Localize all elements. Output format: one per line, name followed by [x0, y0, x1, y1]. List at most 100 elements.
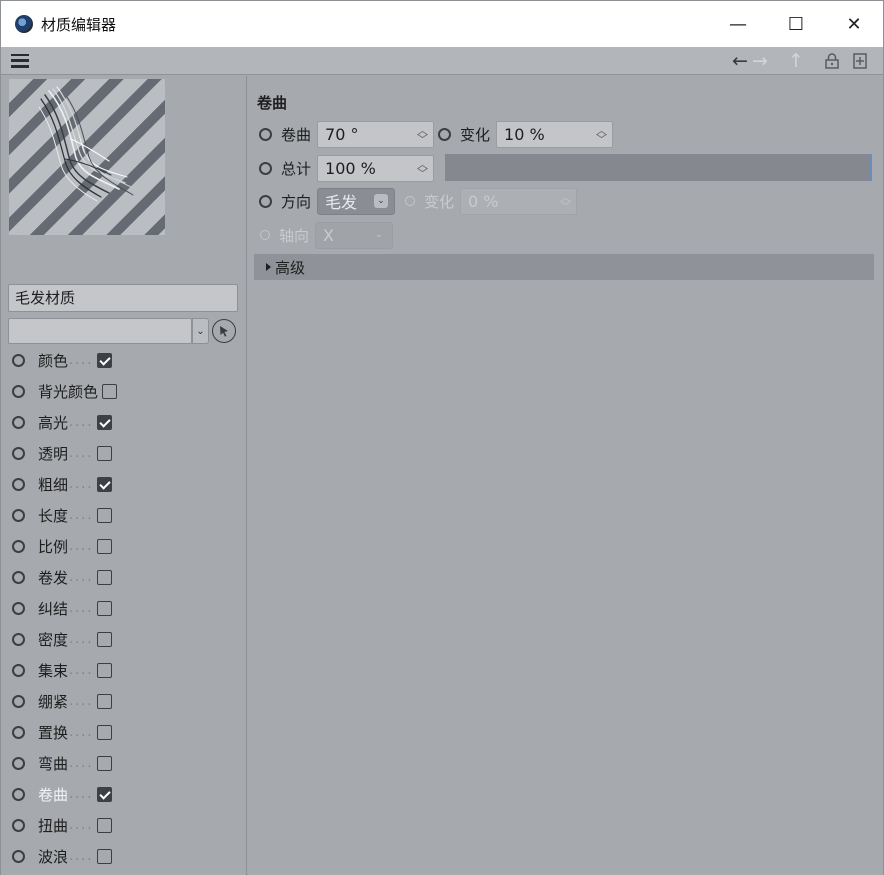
- channel-item[interactable]: 波浪....: [1, 841, 241, 872]
- channel-checkbox[interactable]: [96, 632, 112, 647]
- spinner-icon[interactable]: ︿ ﹀: [596, 125, 607, 145]
- channel-checkbox[interactable]: [96, 570, 112, 585]
- variation-label: 变化: [460, 125, 491, 144]
- animate-radio[interactable]: [12, 850, 25, 863]
- channel-checkbox[interactable]: [96, 725, 112, 740]
- animate-radio[interactable]: [12, 602, 25, 615]
- animate-radio[interactable]: [12, 571, 25, 584]
- arrow-right-icon[interactable]: →: [747, 50, 773, 72]
- channel-checkbox[interactable]: [102, 384, 118, 399]
- animate-radio[interactable]: [12, 385, 25, 398]
- minimize-button[interactable]: —: [709, 1, 767, 47]
- direction-dropdown[interactable]: 毛发 ⌄: [317, 187, 396, 215]
- variation-value: 10 %: [504, 124, 545, 144]
- advanced-group[interactable]: 高级: [254, 254, 874, 280]
- channel-item[interactable]: 背光颜色: [1, 376, 241, 407]
- leader-dots: ....: [69, 477, 94, 492]
- animate-radio[interactable]: [438, 127, 452, 141]
- total-slider[interactable]: [445, 154, 872, 181]
- channel-checkbox[interactable]: [96, 353, 112, 368]
- channel-item[interactable]: 弯曲....: [1, 748, 241, 779]
- channel-item[interactable]: 透明....: [1, 438, 241, 469]
- direction-variation-input: 0 % ︿ ﹀: [460, 187, 578, 215]
- animate-radio[interactable]: [12, 788, 25, 801]
- animate-radio[interactable]: [12, 354, 25, 367]
- channel-checkbox[interactable]: [96, 818, 112, 833]
- lock-icon[interactable]: [819, 50, 845, 72]
- window-title: 材质编辑器: [41, 15, 117, 34]
- channel-label: 背光颜色: [38, 383, 99, 401]
- leader-dots: ....: [69, 632, 94, 647]
- channel-label: 绷紧: [38, 693, 69, 711]
- channel-checkbox[interactable]: [96, 446, 112, 461]
- material-name-field[interactable]: 毛发材质: [8, 284, 238, 312]
- animate-radio[interactable]: [12, 664, 25, 677]
- channel-item[interactable]: 绷紧....: [1, 686, 241, 717]
- channel-item[interactable]: 长度....: [1, 500, 241, 531]
- menu-icon[interactable]: [11, 53, 29, 68]
- channel-checkbox[interactable]: [96, 663, 112, 678]
- animate-radio[interactable]: [259, 194, 272, 208]
- channel-checkbox[interactable]: [96, 477, 112, 492]
- animate-radio[interactable]: [12, 540, 25, 553]
- channel-label: 集束: [38, 662, 69, 680]
- channel-checkbox[interactable]: [96, 539, 112, 554]
- channel-item[interactable]: 粗细....: [1, 469, 241, 500]
- new-window-icon[interactable]: [847, 50, 873, 72]
- total-input[interactable]: 100 % ︿ ﹀: [317, 154, 435, 182]
- channel-label: 密度: [38, 631, 69, 649]
- channel-item[interactable]: 颜色....: [1, 345, 241, 376]
- channel-checkbox[interactable]: [96, 849, 112, 864]
- variation-input[interactable]: 10 % ︿ ﹀: [496, 120, 614, 148]
- arrow-up-icon[interactable]: ↑: [783, 50, 809, 72]
- expand-triangle-icon[interactable]: [266, 263, 271, 271]
- channel-item[interactable]: 扭曲....: [1, 810, 241, 841]
- material-preview[interactable]: [9, 79, 165, 235]
- axis-dropdown: X ⌄: [315, 221, 394, 249]
- animate-radio[interactable]: [12, 509, 25, 522]
- channel-label: 卷曲: [38, 786, 69, 804]
- leader-dots: ....: [69, 694, 94, 709]
- channel-checkbox[interactable]: [96, 601, 112, 616]
- curl-row: 卷曲 70 ° ︿ ﹀ 变化 10 % ︿ ﹀: [259, 120, 614, 148]
- animate-radio[interactable]: [12, 633, 25, 646]
- channel-item[interactable]: 集束....: [1, 655, 241, 686]
- channel-checkbox[interactable]: [96, 787, 112, 802]
- channel-checkbox[interactable]: [96, 415, 112, 430]
- title-bar: 材质编辑器 — ☐ ✕: [1, 1, 883, 47]
- spinner-icon[interactable]: ︿ ﹀: [417, 159, 428, 179]
- pick-cursor-icon[interactable]: [212, 319, 236, 343]
- axis-row: 轴向 X ⌄: [260, 221, 394, 249]
- animate-radio[interactable]: [12, 819, 25, 832]
- animate-radio[interactable]: [12, 447, 25, 460]
- channel-item[interactable]: 比例....: [1, 531, 241, 562]
- channel-item[interactable]: 纠结....: [1, 593, 241, 624]
- leader-dots: ....: [69, 539, 94, 554]
- axis-label: 轴向: [279, 226, 310, 245]
- spinner-icon[interactable]: ︿ ﹀: [417, 125, 428, 145]
- channel-item[interactable]: 置换....: [1, 717, 241, 748]
- channel-checkbox[interactable]: [96, 508, 112, 523]
- channel-checkbox[interactable]: [96, 694, 112, 709]
- preset-select[interactable]: [8, 318, 192, 344]
- chevron-down-icon[interactable]: ⌄: [192, 318, 209, 344]
- channel-item[interactable]: 卷发....: [1, 562, 241, 593]
- channel-item[interactable]: 卷曲....: [1, 779, 241, 810]
- leader-dots: ....: [69, 756, 94, 771]
- animate-radio[interactable]: [12, 478, 25, 491]
- channel-checkbox[interactable]: [96, 756, 112, 771]
- channel-item[interactable]: 高光....: [1, 407, 241, 438]
- leader-dots: ....: [69, 570, 94, 585]
- animate-radio[interactable]: [12, 695, 25, 708]
- chevron-down-icon: ⌄: [374, 193, 389, 208]
- direction-variation-value: 0 %: [468, 191, 499, 211]
- animate-radio[interactable]: [259, 127, 272, 141]
- close-button[interactable]: ✕: [825, 1, 883, 47]
- animate-radio[interactable]: [12, 416, 25, 429]
- channel-item[interactable]: 密度....: [1, 624, 241, 655]
- animate-radio[interactable]: [259, 161, 272, 175]
- maximize-button[interactable]: ☐: [767, 1, 825, 47]
- curl-input[interactable]: 70 ° ︿ ﹀: [317, 120, 435, 148]
- animate-radio[interactable]: [12, 726, 25, 739]
- animate-radio[interactable]: [12, 757, 25, 770]
